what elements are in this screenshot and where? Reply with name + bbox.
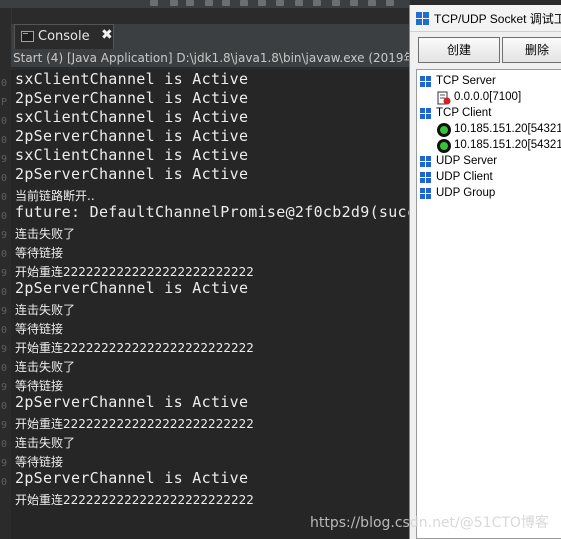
gutter-line-number: 9 <box>1 306 8 317</box>
gutter-line-number: 9 <box>1 268 8 279</box>
toolbar-button-icon[interactable] <box>150 0 158 6</box>
toolbar-button-icon[interactable] <box>240 0 248 6</box>
app-grid-icon <box>416 12 429 25</box>
console-line: 连击失败了 <box>15 303 76 317</box>
toolbar-button-icon[interactable] <box>186 0 194 6</box>
tree-item-tcp-client-connection[interactable]: 10.185.151.20[54321] <box>454 139 561 151</box>
console-line: 2pServerChannel is Active <box>15 89 249 107</box>
tab-console[interactable]: Console ✖ <box>14 24 114 49</box>
gutter-line-number: 0 <box>1 439 8 450</box>
connection-tree[interactable]: TCP Server 0.0.0.0[7100] TCP Client 10.1… <box>416 69 561 539</box>
console-line: 2pServerChannel is Active <box>15 127 249 145</box>
toolbar-button-icon[interactable] <box>205 0 213 6</box>
console-line: 开始重连2222222222222222222222222 <box>15 265 254 279</box>
toolbar-button-icon[interactable] <box>386 0 394 6</box>
console-line: 开始重连2222222222222222222222222 <box>15 493 254 507</box>
eclipse-toolbar <box>0 0 410 9</box>
console-line: 等待链接 <box>15 322 64 336</box>
console-line: 连击失败了 <box>15 360 76 374</box>
gutter-line-number: 9 <box>1 382 8 393</box>
udp-group-icon <box>420 188 432 200</box>
toolbar-button-icon[interactable] <box>350 0 358 6</box>
gutter-line-number: P <box>1 97 8 108</box>
toolbar-button-icon[interactable] <box>368 0 376 6</box>
tree-item-tcp-server[interactable]: TCP Server <box>436 75 496 87</box>
console-line: 开始重连2222222222222222222222222 <box>15 341 254 355</box>
view-tab-bar: Console ✖ <box>11 24 410 49</box>
console-line: future: DefaultChannelPromise@2f0cb2d9(s… <box>15 203 409 221</box>
delete-button[interactable]: 删除 <box>502 37 561 63</box>
socket-tool-window: TCP/UDP Socket 调试工 创建 删除 TCP Server 0.0.… <box>409 5 561 539</box>
toolbar-button-icon[interactable] <box>222 0 230 6</box>
window-title-bar: TCP/UDP Socket 调试工 <box>410 5 561 32</box>
console-line: 等待链接 <box>15 246 64 260</box>
gutter-line-number: 9 <box>1 344 8 355</box>
gutter-line-number: 0 <box>1 192 8 203</box>
console-line: 2pServerChannel is Active <box>15 165 249 183</box>
tree-item-tcp-client-connection[interactable]: 10.185.151.20[54321] <box>454 123 561 135</box>
tree-item-udp-group[interactable]: UDP Group <box>436 187 495 199</box>
console-line: sxClientChannel is Active <box>15 70 249 88</box>
gutter-line-number: 0 <box>1 363 8 374</box>
gutter-line-number: 0 <box>1 135 8 146</box>
toolbar-button-icon[interactable] <box>295 0 303 6</box>
server-listener-icon <box>437 90 451 105</box>
console-output[interactable]: sxClientChannel is Active 2pServerChannel… <box>11 70 409 539</box>
tree-item-udp-client[interactable]: UDP Client <box>436 171 493 183</box>
console-line: 等待链接 <box>15 379 64 393</box>
console-line: 当前链路断开.. <box>15 189 95 203</box>
window-title: TCP/UDP Socket 调试工 <box>434 12 561 26</box>
tree-item-tcp-client[interactable]: TCP Client <box>436 107 491 119</box>
gutter-line-number: 0 <box>1 173 8 184</box>
tab-console-label: Console <box>38 29 90 44</box>
tcp-server-icon <box>420 76 432 88</box>
create-button[interactable]: 创建 <box>418 37 500 63</box>
gutter-line-number: 0 <box>1 249 8 260</box>
tcp-client-icon <box>420 108 432 120</box>
connection-status-icon <box>437 139 451 153</box>
udp-client-icon <box>420 172 432 184</box>
gutter-line-number: 9 <box>1 458 8 469</box>
watermark: https://blog.csdn.net/@51CTO博客 <box>310 515 549 531</box>
console-line: sxClientChannel is Active <box>15 108 249 126</box>
console-line: 2pServerChannel is Active <box>15 279 249 297</box>
console-line: 2pServerChannel is Active <box>15 469 249 487</box>
toolbar-button-icon[interactable] <box>332 0 340 6</box>
gutter-line-number: 9 <box>1 230 8 241</box>
tree-item-tcp-server-listener[interactable]: 0.0.0.0[7100] <box>454 91 521 103</box>
close-icon[interactable]: ✖ <box>101 27 113 43</box>
gutter-line-number: 9 <box>1 154 8 165</box>
gutter-line-number: 0 <box>1 116 8 127</box>
launch-description: Start (4) [Java Application] D:\jdk1.8\j… <box>11 49 410 68</box>
toolbar-button-icon[interactable] <box>276 0 284 6</box>
toolbar-button-icon[interactable] <box>170 0 178 6</box>
console-icon <box>21 31 34 42</box>
toolbar-button-icon[interactable] <box>313 0 321 6</box>
console-line: 2pServerChannel is Active <box>15 393 249 411</box>
tree-item-udp-server[interactable]: UDP Server <box>436 155 497 167</box>
console-line: 开始重连2222222222222222222222222 <box>15 417 254 431</box>
gutter-line-number: 9 <box>1 420 8 431</box>
console-line: 连击失败了 <box>15 227 76 241</box>
gutter-line-number: 0 <box>1 401 8 412</box>
toolbar-button-icon[interactable] <box>258 0 266 6</box>
connection-status-icon <box>437 123 451 137</box>
gutter-line-number: 0 <box>1 78 8 89</box>
console-line: sxClientChannel is Active <box>15 146 249 164</box>
gutter-line-number: 0 <box>1 287 8 298</box>
gutter-line-number: 0 <box>1 477 8 488</box>
udp-server-icon <box>420 156 432 168</box>
console-line: 连击失败了 <box>15 436 76 450</box>
gutter-line-number: 0 <box>1 325 8 336</box>
gutter-line-number: 0 <box>1 211 8 222</box>
console-line: 等待链接 <box>15 455 64 469</box>
